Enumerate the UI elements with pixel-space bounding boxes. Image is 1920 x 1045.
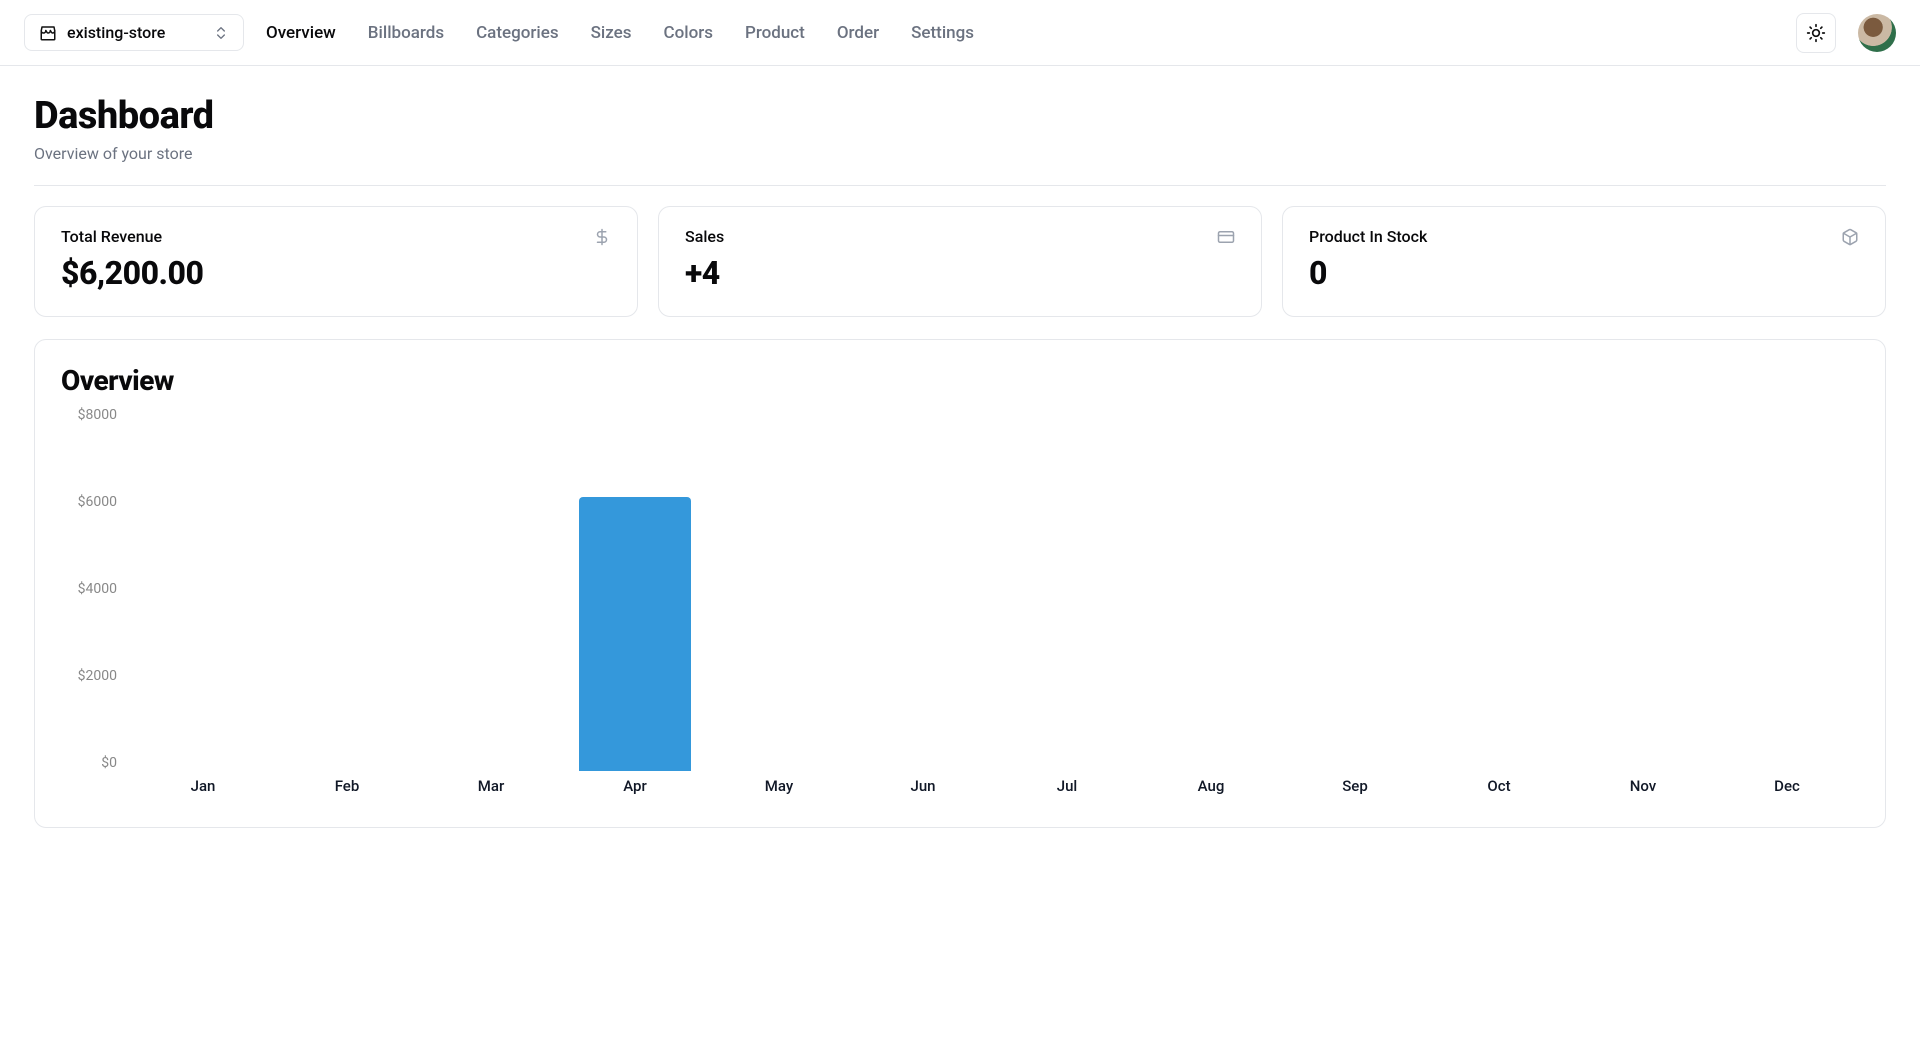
main-nav: Overview Billboards Categories Sizes Col… xyxy=(266,23,974,43)
chart-bar-column xyxy=(1571,417,1715,771)
topbar: existing-store Overview Billboards Categ… xyxy=(0,0,1920,66)
card-label-revenue: Total Revenue xyxy=(61,227,162,246)
chart-bar-column xyxy=(1283,417,1427,771)
chart-x-tick: May xyxy=(707,777,851,807)
card-total-revenue: Total Revenue $6,200.00 xyxy=(34,206,638,317)
dollar-icon xyxy=(593,228,611,246)
chart-y-tick: $8000 xyxy=(61,407,125,423)
credit-card-icon xyxy=(1217,228,1235,246)
nav-billboards[interactable]: Billboards xyxy=(368,23,444,43)
theme-toggle-button[interactable] xyxy=(1796,13,1836,53)
nav-overview[interactable]: Overview xyxy=(266,23,336,43)
chart-x-tick: Apr xyxy=(563,777,707,807)
chart-x-tick: Sep xyxy=(1283,777,1427,807)
divider xyxy=(34,185,1886,186)
card-value-revenue: $6,200.00 xyxy=(61,254,611,292)
chart-x-tick: Feb xyxy=(275,777,419,807)
chart-bar-column xyxy=(1427,417,1571,771)
nav-settings[interactable]: Settings xyxy=(911,23,974,43)
user-avatar[interactable] xyxy=(1858,14,1896,52)
chart-x-tick: Nov xyxy=(1571,777,1715,807)
chart-y-tick: $4000 xyxy=(61,581,125,597)
chevron-up-down-icon xyxy=(213,25,229,41)
chart-x-tick: Mar xyxy=(419,777,563,807)
chart-x-tick: Jun xyxy=(851,777,995,807)
nav-sizes[interactable]: Sizes xyxy=(591,23,632,43)
chart-x-tick: Oct xyxy=(1427,777,1571,807)
chart-bar-column xyxy=(1139,417,1283,771)
overview-chart: $8000$6000$4000$2000$0 JanFebMarAprMayJu… xyxy=(61,407,1859,807)
chart-bar-column xyxy=(1715,417,1859,771)
chart-y-tick: $6000 xyxy=(61,494,125,510)
chart-title: Overview xyxy=(61,364,1859,397)
main-content: Dashboard Overview of your store Total R… xyxy=(0,66,1920,868)
chart-bar-column xyxy=(275,417,419,771)
chart-bar-column xyxy=(131,417,275,771)
chart-bar-column xyxy=(419,417,563,771)
nav-colors[interactable]: Colors xyxy=(664,23,713,43)
chart-x-tick: Aug xyxy=(1139,777,1283,807)
nav-order[interactable]: Order xyxy=(837,23,879,43)
chart-x-tick: Jan xyxy=(131,777,275,807)
sun-icon xyxy=(1806,23,1826,43)
chart-x-axis: JanFebMarAprMayJunJulAugSepOctNovDec xyxy=(131,777,1859,807)
store-switcher-label: existing-store xyxy=(67,23,165,42)
chart-x-tick: Jul xyxy=(995,777,1139,807)
chart-bar-column xyxy=(707,417,851,771)
chart-y-tick: $2000 xyxy=(61,668,125,684)
chart-plot-area xyxy=(131,417,1859,771)
chart-card: Overview $8000$6000$4000$2000$0 JanFebMa… xyxy=(34,339,1886,828)
chart-bar xyxy=(579,497,691,771)
card-product-in-stock: Product In Stock 0 xyxy=(1282,206,1886,317)
card-sales: Sales +4 xyxy=(658,206,1262,317)
card-label-stock: Product In Stock xyxy=(1309,227,1427,246)
chart-y-tick: $0 xyxy=(61,755,125,771)
card-value-stock: 0 xyxy=(1309,254,1859,292)
nav-product[interactable]: Product xyxy=(745,23,805,43)
chart-x-tick: Dec xyxy=(1715,777,1859,807)
stats-cards: Total Revenue $6,200.00 Sales +4 Product… xyxy=(34,206,1886,317)
card-value-sales: +4 xyxy=(685,254,1235,292)
card-label-sales: Sales xyxy=(685,227,724,246)
chart-bar-column xyxy=(563,417,707,771)
store-switcher[interactable]: existing-store xyxy=(24,14,244,51)
page-subtitle: Overview of your store xyxy=(34,144,1886,163)
chart-bar-column xyxy=(995,417,1139,771)
chart-y-axis: $8000 $6000 $4000 $2000 $0 xyxy=(61,407,125,771)
package-icon xyxy=(1841,228,1859,246)
nav-categories[interactable]: Categories xyxy=(476,23,559,43)
store-icon xyxy=(39,24,57,42)
page-title: Dashboard xyxy=(34,94,1886,138)
chart-bar-column xyxy=(851,417,995,771)
